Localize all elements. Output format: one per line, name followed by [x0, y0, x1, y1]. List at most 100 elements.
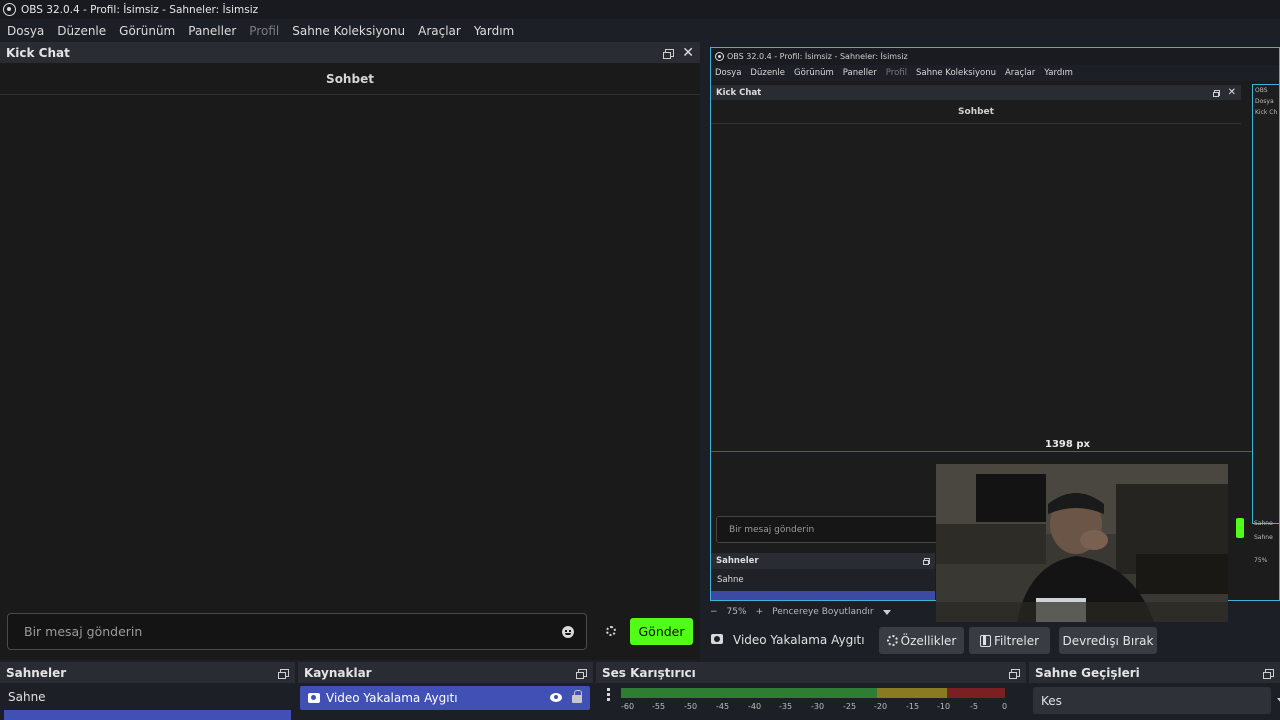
nested-menu-item: Sahne Koleksiyonu [916, 68, 996, 78]
nested-close-icon: ✕ [1227, 86, 1236, 98]
transition-selected-label: Kes [1041, 693, 1062, 708]
nested-menu-item: Yardım [1044, 68, 1073, 78]
sources-panel: Kaynaklar Video Yakalama Aygıtı [298, 662, 593, 720]
volume-meter [621, 688, 1005, 698]
nested-title-bar: OBS 32.0.4 - Profil: İsimsiz - Sahneler:… [711, 48, 1279, 65]
tick-label: -30 [811, 702, 825, 711]
mixer-title: Ses Karıştırıcı [596, 662, 1026, 683]
float-icon[interactable] [663, 48, 675, 59]
mixer-title-label: Ses Karıştırıcı [602, 665, 696, 680]
scenes-title: Sahneler [0, 662, 295, 683]
source-camera-icon [308, 693, 320, 703]
nested-scenes-label: Sahneler [716, 556, 759, 566]
mixer-float-icon[interactable] [1009, 668, 1020, 679]
nested-send-button [1236, 518, 1244, 538]
tick-label: -10 [937, 702, 951, 711]
menu-paneller[interactable]: Paneller [181, 24, 242, 38]
dock-title: Kick Chat [6, 45, 70, 60]
tick-label: -55 [652, 702, 666, 711]
tick-label: -45 [716, 702, 730, 711]
transitions-title: Sahne Geçişleri [1029, 662, 1280, 683]
nested-dock-title: Kick Chat [716, 87, 762, 98]
properties-button[interactable]: Özellikler [879, 627, 964, 654]
nested-menu-item: Profil [885, 68, 907, 78]
camera-icon [711, 634, 723, 644]
nested-recursive-preview: OBS Dosya Kick Ch [1252, 84, 1279, 524]
nested2-line: Kick Ch [1255, 109, 1278, 116]
sources-title: Kaynaklar [298, 662, 593, 683]
nested-menu-item: Dosya [715, 68, 742, 78]
properties-label: Özellikler [900, 633, 957, 648]
sources-title-label: Kaynaklar [304, 665, 372, 680]
fit-dropdown-chevron-icon[interactable] [882, 609, 891, 615]
gear-icon [886, 635, 898, 646]
zoom-in-button[interactable]: + [756, 607, 764, 617]
menu-duzenle[interactable]: Düzenle [50, 24, 112, 38]
meter-green [621, 688, 877, 698]
meter-red [947, 688, 1005, 698]
scene-item[interactable]: Sahne [0, 686, 295, 708]
nested-scene-item: Sahne [711, 569, 935, 591]
scenes-title-label: Sahneler [6, 665, 67, 680]
nested-chat-header: Sohbet [711, 100, 1241, 124]
nested-menu-bar: Dosya Düzenle Görünüm Paneller Profil Sa… [711, 65, 1279, 81]
transitions-float-icon[interactable] [1263, 668, 1274, 679]
nested-menu-item: Görünüm [794, 68, 834, 78]
mixer-menu-icon[interactable] [607, 688, 610, 702]
nested-scenes-title: Sahneler [711, 553, 935, 569]
menu-sahne-koleksiyonu[interactable]: Sahne Koleksiyonu [285, 24, 411, 38]
tick-label: 0 [1002, 702, 1008, 711]
nested-window-title: OBS 32.0.4 - Profil: İsimsiz - Sahneler:… [727, 52, 908, 61]
source-toolbar: Video Yakalama Aygıtı Özellikler Filtrel… [700, 622, 1280, 660]
menu-yardim[interactable]: Yardım [467, 24, 520, 38]
kick-chat-titlebar: Kick Chat ✕ [0, 42, 700, 63]
sources-float-icon[interactable] [576, 668, 587, 679]
deactivate-button[interactable]: Devredışı Bırak [1059, 627, 1157, 654]
source-item-label: Video Yakalama Aygıtı [326, 691, 458, 705]
chat-header: Sohbet [0, 63, 700, 95]
chat-input-placeholder: Bir mesaj gönderin [24, 624, 143, 639]
scenes-float-icon[interactable] [278, 668, 289, 679]
tick-label: -40 [748, 702, 762, 711]
measure-label: 1398 px [1045, 439, 1090, 450]
nested-float-icon [1212, 89, 1220, 97]
nested2-text: Sahne [1254, 520, 1273, 527]
fit-to-window[interactable]: Pencereye Boyutlandır [772, 607, 873, 617]
tick-label: -20 [874, 702, 888, 711]
nested-menu-item: Düzenle [750, 68, 786, 78]
zoom-level: 75% [726, 607, 747, 617]
chat-settings-gear-icon[interactable] [606, 626, 616, 636]
lock-icon[interactable] [572, 690, 582, 703]
scenes-panel: Sahneler Sahne [0, 662, 295, 720]
nested-scene-selected [711, 591, 935, 600]
menu-profil[interactable]: Profil [242, 24, 285, 38]
visibility-eye-icon[interactable] [550, 693, 562, 702]
zoom-out-button[interactable]: − [710, 607, 718, 617]
menu-bar: Dosya Düzenle Görünüm Paneller Profil Sa… [0, 19, 1280, 42]
menu-gorunum[interactable]: Görünüm [112, 24, 181, 38]
menu-araclar[interactable]: Araçlar [411, 24, 467, 38]
send-button[interactable]: Gönder [630, 618, 693, 645]
transition-select[interactable]: Kes [1033, 687, 1280, 714]
scene-item-selected[interactable] [4, 710, 291, 720]
obs-window: OBS 32.0.4 - Profil: İsimsiz - Sahneler:… [0, 0, 1280, 720]
kick-chat-dock: Kick Chat ✕ Sohbet Bir mesaj gönderin Gö… [0, 42, 700, 660]
filters-button[interactable]: Filtreler [969, 627, 1050, 654]
tick-label: -25 [843, 702, 857, 711]
chat-message-input[interactable]: Bir mesaj gönderin [7, 613, 587, 650]
obs-logo-icon [3, 3, 16, 16]
close-icon[interactable]: ✕ [682, 46, 694, 60]
tick-label: -50 [684, 702, 698, 711]
filter-icon [979, 634, 991, 647]
nested2-text: 75% [1254, 557, 1268, 564]
emoji-icon[interactable] [562, 626, 574, 638]
source-item[interactable]: Video Yakalama Aygıtı [300, 686, 590, 710]
tick-label: -60 [621, 702, 635, 711]
tick-label: -15 [906, 702, 920, 711]
transitions-panel: Sahne Geçişleri Kes [1029, 662, 1280, 720]
nested2-line: Dosya [1255, 98, 1274, 105]
measure-guide-line [711, 451, 1279, 452]
preview-zoom-toolbar: − 75% + Pencereye Boyutlandır [704, 602, 936, 622]
menu-dosya[interactable]: Dosya [0, 24, 50, 38]
tick-label: -5 [970, 702, 978, 711]
